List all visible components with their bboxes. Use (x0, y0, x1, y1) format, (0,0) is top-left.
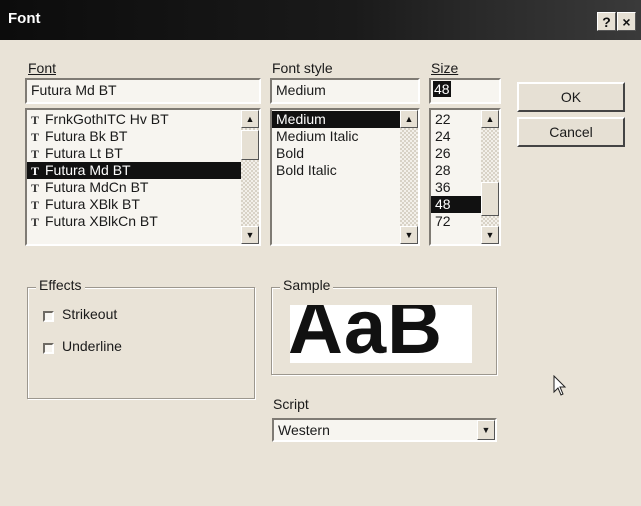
list-item-label: FrnkGothITC Hv BT (45, 111, 169, 127)
cancel-button[interactable]: Cancel (517, 117, 625, 147)
list-item[interactable]: T Futura Md BT (27, 162, 259, 179)
list-item-label: Futura Bk BT (45, 128, 128, 144)
sample-label: Sample (280, 277, 334, 293)
scroll-up-icon[interactable]: ▲ (481, 110, 499, 128)
size-input-value: 48 (433, 81, 451, 97)
scroll-thumb[interactable] (481, 182, 499, 216)
chevron-down-icon[interactable]: ▼ (477, 420, 495, 440)
mouse-cursor-icon (553, 375, 567, 396)
list-item-label: 48 (435, 196, 451, 212)
font-style-input[interactable]: Medium (270, 78, 420, 104)
dialog-title: Font (8, 10, 41, 27)
list-item-label: Medium Italic (276, 128, 359, 144)
scroll-up-icon[interactable]: ▲ (241, 110, 259, 128)
list-item[interactable]: Medium (272, 111, 418, 128)
list-item-label: Medium (276, 111, 326, 127)
script-select[interactable]: Western ▼ (272, 418, 497, 442)
list-item-label: 26 (435, 145, 451, 161)
close-button[interactable]: × (617, 12, 636, 31)
sample-text: AaB (290, 305, 444, 363)
list-item-label: 72 (435, 213, 451, 229)
list-item-label: Futura Lt BT (45, 145, 123, 161)
title-bar: Font ? × (0, 0, 641, 40)
list-item-label: 22 (435, 111, 451, 127)
effects-label: Effects (36, 277, 85, 293)
script-value: Western (278, 422, 330, 438)
list-item-label: Bold (276, 145, 305, 161)
font-list-scrollbar[interactable]: ▲ ▼ (241, 110, 259, 244)
list-item-label: 36 (435, 179, 451, 195)
help-button[interactable]: ? (597, 12, 616, 31)
list-item-label: Futura XBlkCn BT (45, 213, 158, 229)
font-style-scrollbar[interactable]: ▲ ▼ (400, 110, 418, 244)
font-list[interactable]: T FrnkGothITC Hv BT T Futura Bk BT T Futura L… (25, 108, 261, 246)
list-item[interactable]: Bold Italic (272, 162, 418, 179)
underline-label[interactable]: Underline (62, 338, 122, 354)
truetype-font-icon: T (31, 198, 40, 212)
strikeout-checkbox[interactable] (43, 311, 54, 322)
truetype-font-icon: T (31, 215, 40, 229)
list-item-label: Futura MdCn BT (45, 179, 149, 195)
ok-button[interactable]: OK (517, 82, 625, 112)
list-item[interactable]: T Futura Bk BT (27, 128, 259, 145)
script-label: Script (273, 396, 309, 412)
scroll-thumb[interactable] (241, 130, 259, 160)
scroll-down-icon[interactable]: ▼ (481, 226, 499, 244)
list-item[interactable]: T Futura MdCn BT (27, 179, 259, 196)
list-item-label: Bold Italic (276, 162, 337, 178)
scroll-down-icon[interactable]: ▼ (241, 226, 259, 244)
scroll-down-icon[interactable]: ▼ (400, 226, 418, 244)
scroll-up-icon[interactable]: ▲ (400, 110, 418, 128)
truetype-font-icon: T (31, 181, 40, 195)
strikeout-label[interactable]: Strikeout (62, 306, 117, 322)
truetype-font-icon: T (31, 130, 40, 144)
list-item[interactable]: T Futura XBlk BT (27, 196, 259, 213)
font-style-label: Font style (272, 60, 333, 76)
list-item[interactable]: T Futura Lt BT (27, 145, 259, 162)
truetype-font-icon: T (31, 164, 40, 178)
list-item[interactable]: T Futura XBlkCn BT (27, 213, 259, 230)
list-item[interactable]: T FrnkGothITC Hv BT (27, 111, 259, 128)
size-input[interactable]: 48 (429, 78, 501, 104)
size-list[interactable]: 22 24 26 28 36 48 72 ▲ ▼ (429, 108, 501, 246)
font-label: Font (28, 60, 57, 76)
list-item[interactable]: Bold (272, 145, 418, 162)
sample-preview: AaB (290, 305, 472, 363)
size-label: Size (431, 60, 459, 76)
list-item-label: Futura XBlk BT (45, 196, 140, 212)
list-item-label: 24 (435, 128, 451, 144)
truetype-font-icon: T (31, 147, 40, 161)
size-list-scrollbar[interactable]: ▲ ▼ (481, 110, 499, 244)
font-name-input[interactable]: Futura Md BT (25, 78, 261, 104)
truetype-font-icon: T (31, 113, 40, 127)
list-item-label: 28 (435, 162, 451, 178)
list-item[interactable]: Medium Italic (272, 128, 418, 145)
underline-checkbox[interactable] (43, 343, 54, 354)
font-style-list[interactable]: Medium Medium Italic Bold Bold Italic ▲ ▼ (270, 108, 420, 246)
list-item-label: Futura Md BT (45, 162, 131, 178)
